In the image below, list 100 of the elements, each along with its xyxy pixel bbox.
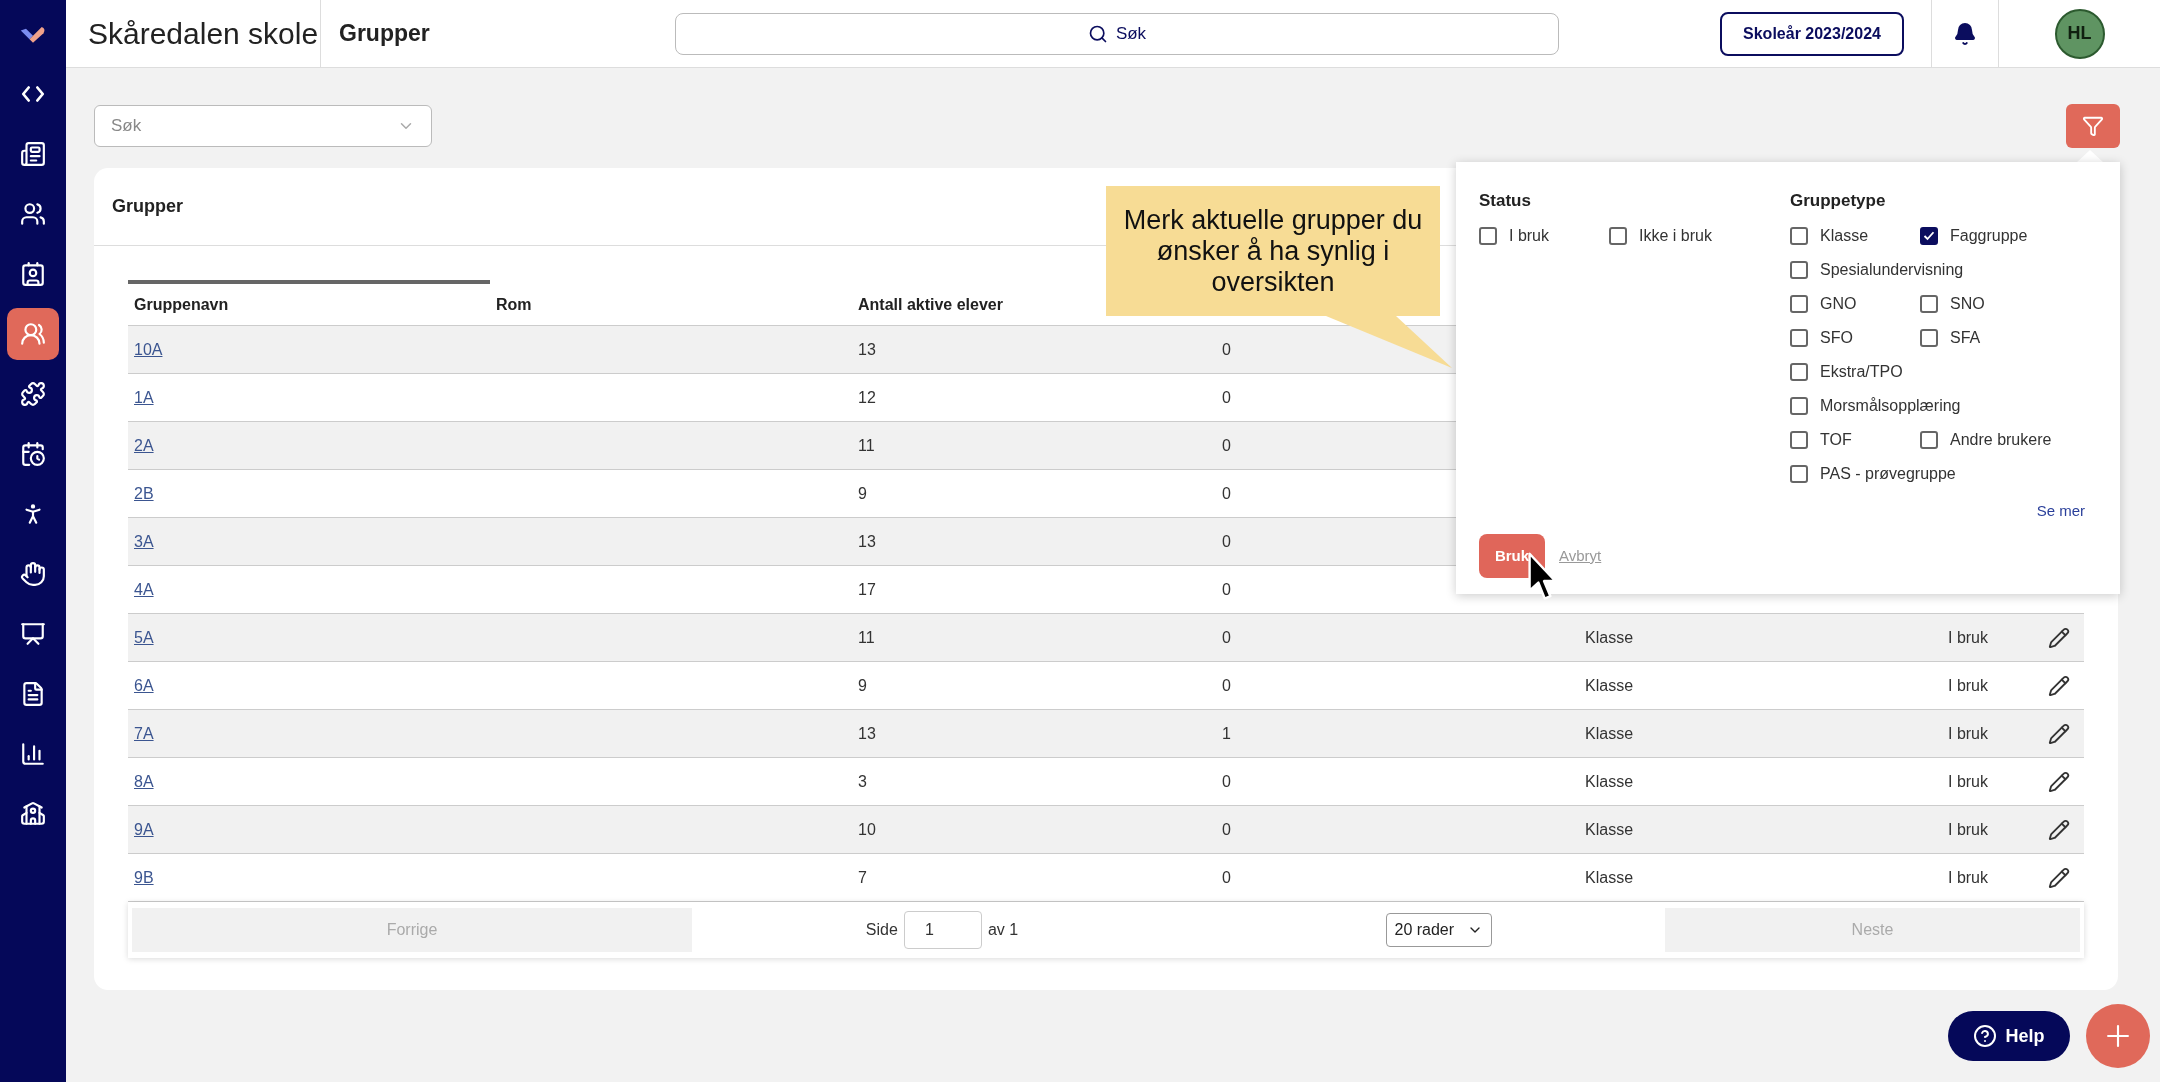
checkbox-label: I bruk [1509, 225, 1549, 246]
pencil-icon[interactable] [2048, 674, 2070, 697]
search-icon [1087, 23, 1108, 44]
school-name: Skåredalen skole [87, 16, 320, 52]
search-select[interactable]: Søk [94, 105, 432, 147]
checkbox[interactable] [1790, 328, 1808, 347]
checkbox-label: SFO [1820, 327, 1853, 348]
table-cell-text: 0 [1221, 627, 1231, 648]
page-input[interactable]: 1 [903, 911, 982, 949]
see-more-link[interactable]: Se mer [2036, 499, 2085, 522]
table-cell-text: I bruk [1947, 627, 1988, 648]
section-title: Status [1479, 190, 1532, 212]
checkbox[interactable] [1790, 226, 1808, 245]
puzzle-icon [20, 381, 46, 407]
table-cell-text: 0 [1221, 675, 1231, 696]
funnel-icon [2082, 115, 2104, 137]
checkbox-label: Morsmålsopplæring [1820, 395, 1961, 416]
table-cell-text: 13 [857, 531, 876, 552]
table-cell-text: 11 [857, 435, 875, 456]
avatar[interactable]: HL [2054, 8, 2105, 59]
pencil-icon[interactable] [2048, 770, 2070, 793]
checkbox[interactable] [1790, 430, 1808, 449]
checkbox[interactable] [1790, 396, 1808, 415]
table-cell-text: 3 [857, 771, 867, 792]
calendar-clock-icon [20, 441, 46, 467]
table-cell-text: I bruk [1947, 819, 1988, 840]
group-link[interactable]: 10A [134, 340, 163, 358]
school-year-button[interactable]: Skoleår 2023/2024 [1720, 11, 1904, 56]
checkbox[interactable] [1920, 328, 1938, 347]
table-cell-text: I bruk [1947, 771, 1988, 792]
table-cell-text: 1 [1221, 723, 1231, 744]
checkbox[interactable] [1920, 430, 1938, 449]
pencil-icon[interactable] [2048, 866, 2070, 889]
group-link[interactable]: 9B [134, 868, 154, 886]
group-link[interactable]: 6A [134, 676, 154, 694]
checkbox[interactable] [1790, 294, 1808, 313]
group-link[interactable]: 1A [134, 388, 154, 406]
school-icon [20, 801, 46, 827]
table-cell-text: Klasse [1584, 771, 1634, 792]
checkbox-label: Spesialundervisning [1820, 259, 1964, 280]
document-icon [20, 681, 46, 707]
group-link[interactable]: 2A [134, 436, 154, 454]
checkbox-label: Andre brukere [1950, 429, 2052, 450]
table-cell-text: 0 [1221, 387, 1231, 408]
table-cell-text: 0 [1221, 435, 1231, 456]
table-cell-text: 9 [857, 675, 867, 696]
pencil-icon[interactable] [2048, 626, 2070, 649]
search-field[interactable]: Søk [675, 12, 1559, 55]
sidebar-item[interactable] [7, 308, 59, 360]
table-cell-text: I bruk [1947, 723, 1988, 744]
page-title: Grupper [338, 19, 431, 49]
hand-icon [20, 561, 46, 587]
column-header: Antall aktive elever [857, 294, 1004, 315]
presentation-icon [20, 621, 46, 647]
people-icon [20, 201, 46, 227]
group-link[interactable]: 3A [134, 532, 154, 550]
bar-chart-icon [20, 741, 46, 767]
group-link[interactable]: 2B [134, 484, 154, 502]
group-link[interactable]: 5A [134, 628, 154, 646]
checkbox[interactable] [1479, 226, 1497, 245]
table-cell-text: 0 [1221, 483, 1231, 504]
table-cell-text: 13 [857, 723, 876, 744]
checkbox[interactable] [1609, 226, 1627, 245]
group-link[interactable]: 8A [134, 772, 154, 790]
checkbox-label: SNO [1950, 293, 1985, 314]
table-cell-text: 12 [857, 387, 876, 408]
table-cell-text: 9 [857, 483, 867, 504]
pencil-icon[interactable] [2048, 722, 2070, 745]
pencil-icon[interactable] [2048, 818, 2070, 841]
checkbox[interactable] [1920, 294, 1938, 313]
column-header: Rom [495, 294, 533, 315]
table-cell-text: 0 [1221, 579, 1231, 600]
table-cell-text: Klasse [1584, 819, 1634, 840]
checkbox-label: Ikke i bruk [1639, 225, 1712, 246]
contact-card-icon [20, 261, 46, 287]
help-button[interactable]: Help [1948, 1011, 2070, 1061]
table-cell-text: I bruk [1947, 675, 1988, 696]
table-cell-text: 0 [1221, 819, 1231, 840]
checkbox[interactable] [1790, 362, 1808, 381]
checkbox-label: TOF [1820, 429, 1852, 450]
checkbox[interactable] [1920, 226, 1938, 245]
rows-select[interactable]: 20 rader [1385, 913, 1492, 947]
checkbox[interactable] [1790, 260, 1808, 279]
newspaper-icon [20, 141, 46, 167]
help-icon [1973, 1024, 1998, 1048]
table-cell-text: Klasse [1584, 723, 1634, 744]
group-icon [20, 321, 46, 347]
filter-button[interactable] [2066, 104, 2120, 148]
table-cell-text: 7 [857, 867, 867, 888]
group-link[interactable]: 9A [134, 820, 154, 838]
checkbox-label: PAS - prøvegruppe [1820, 463, 1956, 484]
bell-icon[interactable] [1953, 21, 1977, 46]
table-cell-text: 0 [1221, 531, 1231, 552]
checkbox[interactable] [1790, 464, 1808, 483]
table-cell-text: I bruk [1947, 867, 1988, 888]
section-title: Gruppetype [1790, 190, 1887, 212]
page-label: Side [865, 920, 898, 940]
group-link[interactable]: 4A [134, 580, 154, 598]
checkbox-label: Faggruppe [1950, 225, 2028, 246]
group-link[interactable]: 7A [134, 724, 154, 742]
